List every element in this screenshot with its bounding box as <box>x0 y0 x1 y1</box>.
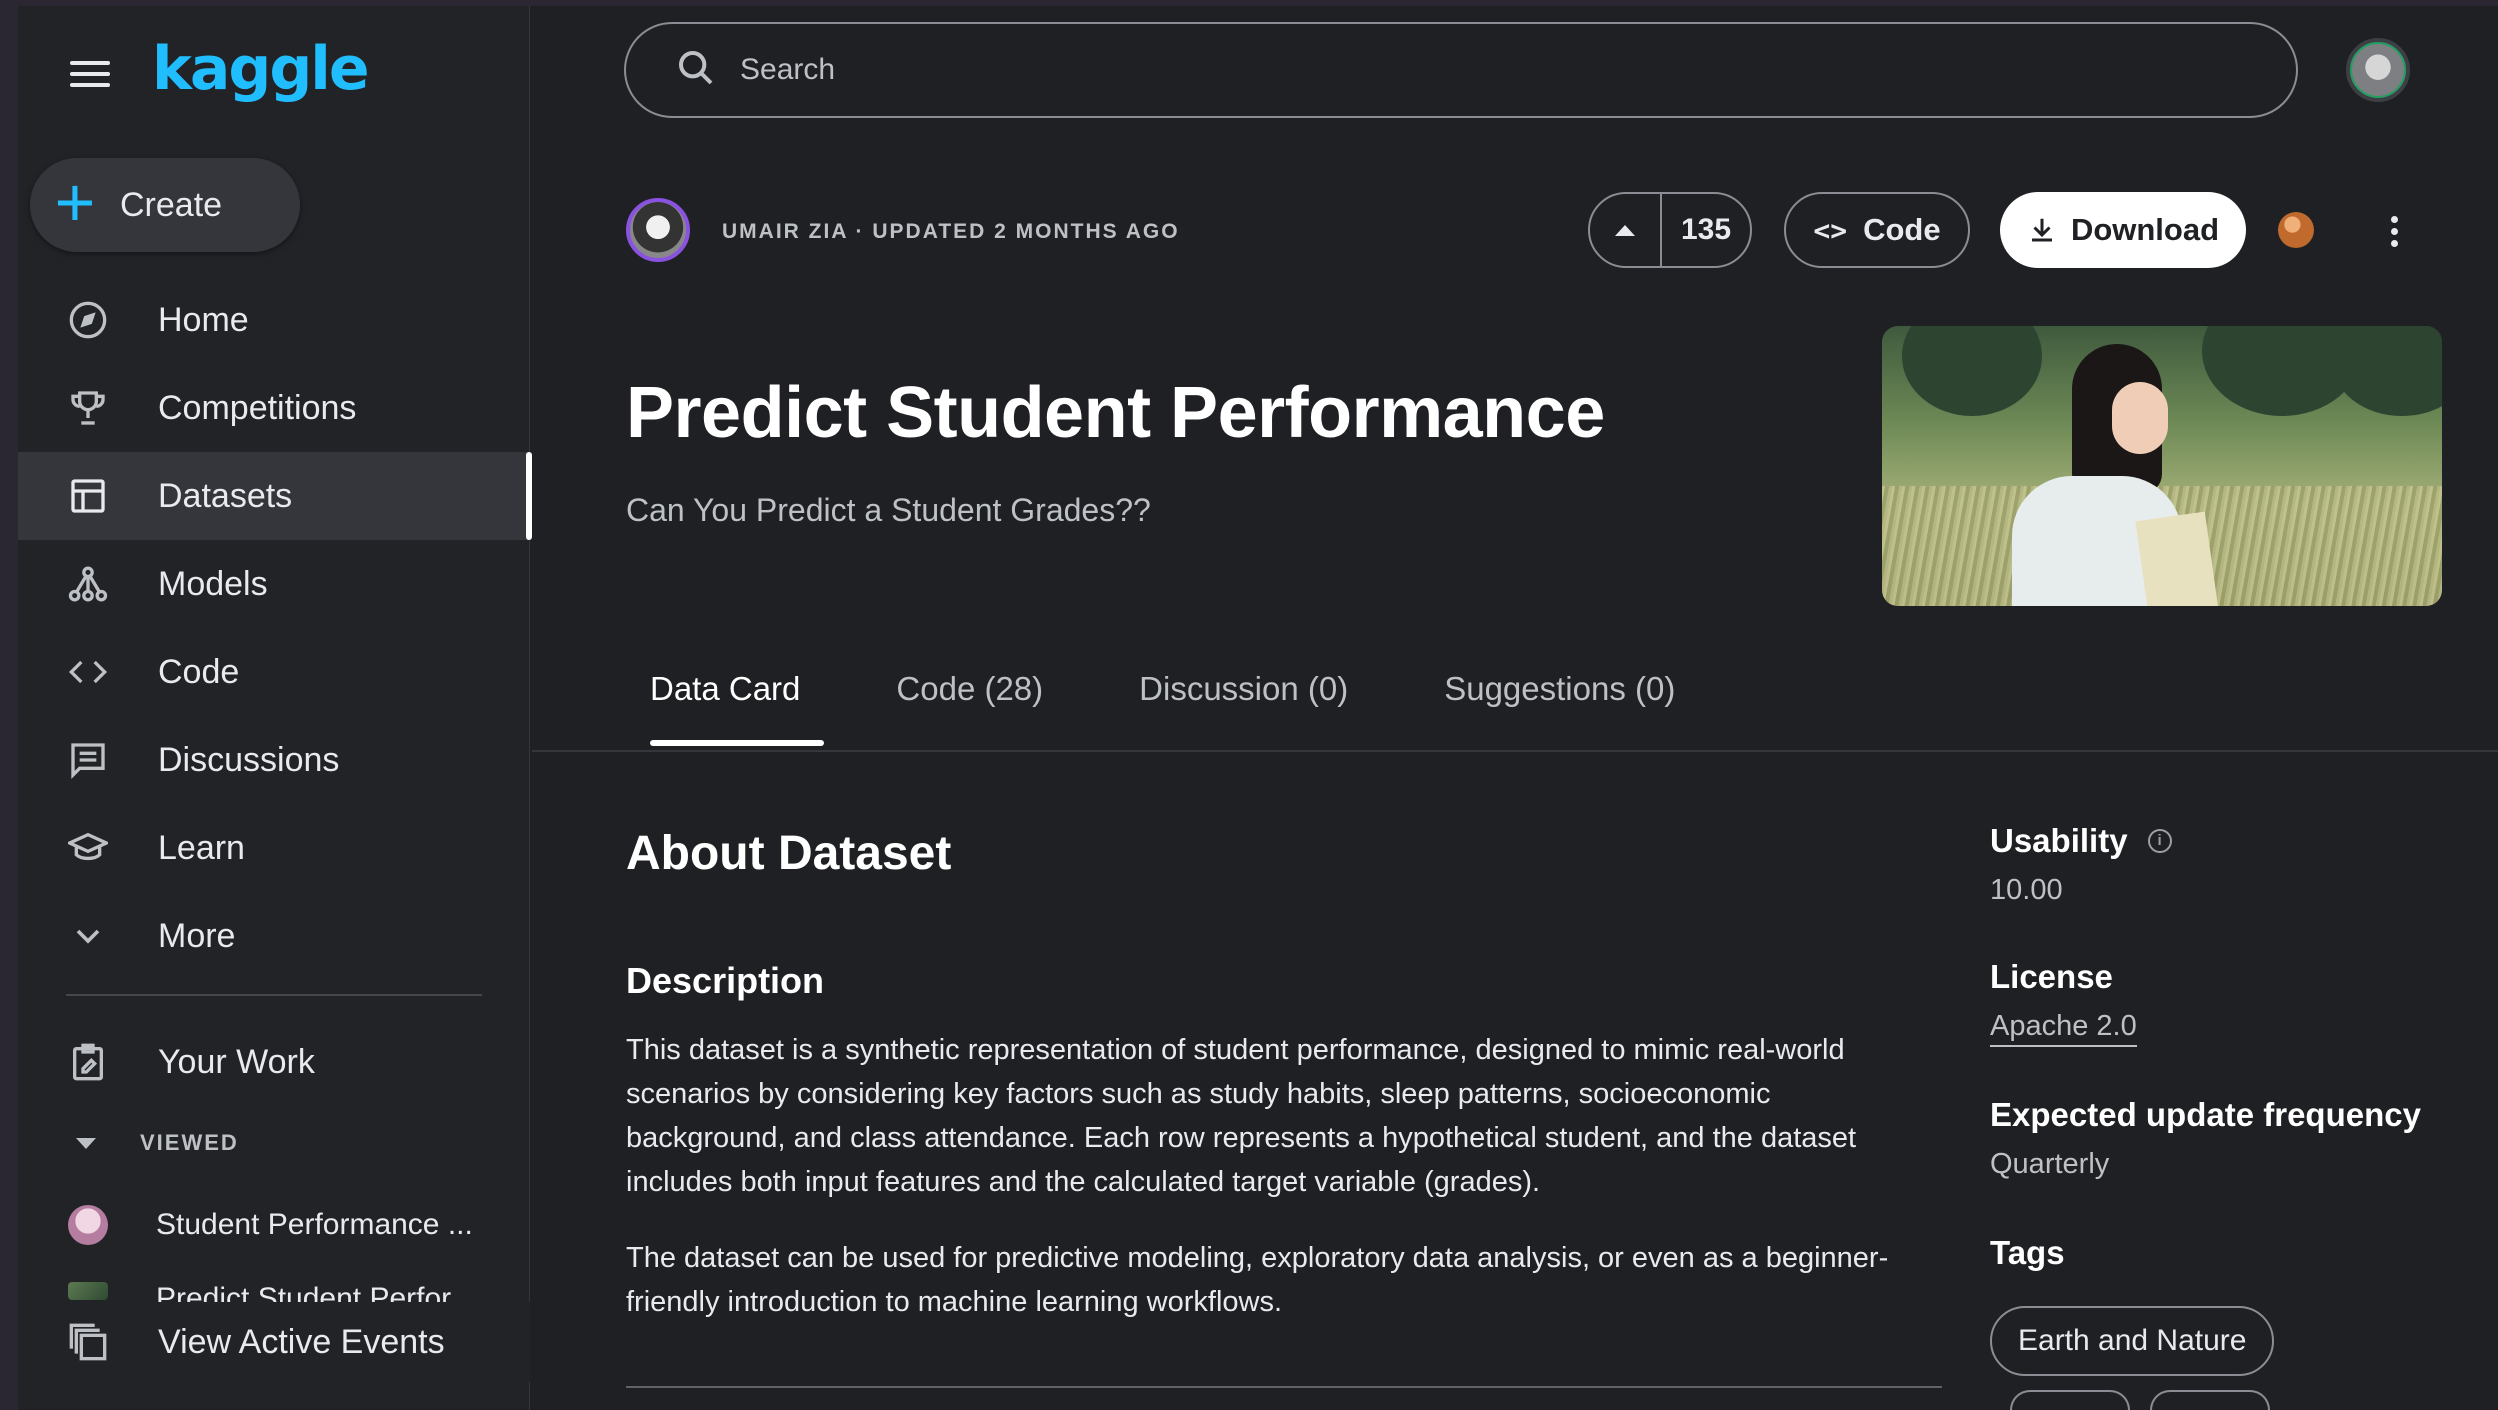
more-options-icon[interactable] <box>2384 212 2404 252</box>
active-events-label: View Active Events <box>158 1322 445 1361</box>
sidebar-item-your-work[interactable]: Your Work <box>18 1018 530 1106</box>
description-paragraph: This dataset is a synthetic representati… <box>626 1034 1857 1198</box>
sidebar: kaggle + Create Home Competitions Datase… <box>18 6 532 1410</box>
bronze-medal-icon <box>2278 212 2314 248</box>
sidebar-item-label: Code <box>158 652 240 691</box>
tag-chip[interactable]: Earth and Nature <box>1990 1306 2275 1376</box>
chevron-down-icon <box>18 916 158 956</box>
usability-label: Usability <box>1990 822 2128 859</box>
author-avatar[interactable] <box>626 198 690 262</box>
stacked-windows-icon <box>18 1322 158 1362</box>
sidebar-item-code[interactable]: Code <box>18 628 530 716</box>
description-heading: Description <box>626 960 825 1001</box>
about-heading: About Dataset <box>626 827 952 880</box>
page-title: Predict Student Performance <box>626 373 1605 453</box>
viewed-thumbnail <box>68 1205 108 1245</box>
caret-up-icon <box>1615 224 1635 236</box>
author-meta: UMAIR ZIA · UPDATED 2 MONTHS AGO <box>722 220 1180 243</box>
kaggle-logo[interactable]: kaggle <box>152 34 370 104</box>
license-link[interactable]: Apache 2.0 <box>1990 1010 2137 1047</box>
viewed-item-label: Student Performance ... <box>156 1208 473 1241</box>
sidebar-item-models[interactable]: Models <box>18 540 530 628</box>
tag-chip-partial[interactable] <box>2150 1390 2270 1410</box>
sidebar-item-label: Competitions <box>158 388 357 427</box>
models-icon <box>18 564 158 604</box>
page-subtitle: Can You Predict a Student Grades?? <box>626 492 1151 528</box>
download-icon <box>2031 218 2052 242</box>
frequency-section: Expected update frequency Quarterly <box>1990 1096 2421 1181</box>
content-divider <box>626 1386 1942 1388</box>
sidebar-your-work: Your Work <box>18 1018 530 1106</box>
vote-widget: 135 <box>1588 192 1752 268</box>
code-button[interactable]: <> Code <box>1784 192 1970 268</box>
viewed-header: VIEWED <box>140 1130 239 1155</box>
table-icon <box>18 476 158 516</box>
discussion-icon <box>18 740 158 780</box>
frequency-label: Expected update frequency <box>1990 1096 2421 1133</box>
view-active-events-button[interactable]: View Active Events <box>18 1302 530 1382</box>
usability-section: Usability i 10.00 <box>1990 822 2172 907</box>
sidebar-nav: Home Competitions Datasets Models Code D… <box>18 276 532 980</box>
create-label: Create <box>120 185 223 224</box>
search-icon <box>676 48 716 93</box>
sidebar-item-more[interactable]: More <box>18 892 530 980</box>
search-input[interactable] <box>740 53 2140 87</box>
tab-code[interactable]: Code (28) <box>872 670 1067 750</box>
your-work-label: Your Work <box>158 1042 315 1081</box>
sidebar-divider <box>66 994 482 996</box>
dataset-cover-image <box>1882 326 2442 606</box>
info-icon[interactable]: i <box>2147 829 2172 853</box>
sidebar-item-label: Discussions <box>158 740 340 779</box>
sidebar-item-label: Home <box>158 300 249 339</box>
tab-suggestions[interactable]: Suggestions (0) <box>1420 670 1699 750</box>
tags-label: Tags <box>1990 1234 2065 1271</box>
usability-value: 10.00 <box>1990 874 2063 906</box>
sidebar-item-discussions[interactable]: Discussions <box>18 716 530 804</box>
trophy-icon <box>18 388 158 428</box>
sidebar-item-label: Models <box>158 564 268 603</box>
frequency-value: Quarterly <box>1990 1148 2110 1180</box>
viewed-section-toggle[interactable]: VIEWED <box>76 1130 239 1156</box>
create-button[interactable]: + Create <box>30 158 300 252</box>
sidebar-item-label: More <box>158 916 236 955</box>
description-paragraph: The dataset can be used for predictive m… <box>626 1242 1889 1318</box>
dataset-tabs: Data Card Code (28) Discussion (0) Sugge… <box>626 670 1747 750</box>
license-label: License <box>1990 958 2113 995</box>
plus-icon: + <box>54 163 96 241</box>
user-avatar[interactable] <box>2346 38 2410 102</box>
sidebar-item-competitions[interactable]: Competitions <box>18 364 530 452</box>
code-icon <box>18 652 158 692</box>
tabs-divider <box>532 750 2498 752</box>
sidebar-item-home[interactable]: Home <box>18 276 530 364</box>
tab-discussion[interactable]: Discussion (0) <box>1115 670 1372 750</box>
vote-count: 135 <box>1680 213 1732 246</box>
compass-icon <box>18 300 158 340</box>
hamburger-menu-icon[interactable] <box>70 54 110 94</box>
code-icon: <> <box>1813 213 1848 247</box>
viewed-thumbnail <box>68 1282 108 1300</box>
sidebar-item-datasets[interactable]: Datasets <box>18 452 532 540</box>
search-bar[interactable] <box>624 22 2298 118</box>
caret-down-icon <box>76 1137 96 1149</box>
sidebar-item-label: Datasets <box>158 476 293 515</box>
viewed-item[interactable]: Student Performance ... <box>18 1190 530 1260</box>
clipboard-edit-icon <box>18 1042 158 1082</box>
learn-icon <box>18 828 158 868</box>
code-button-label: Code <box>1863 212 1941 247</box>
tags-section: Tags <box>1990 1234 2065 1272</box>
tab-data-card[interactable]: Data Card <box>626 670 825 750</box>
upvote-button[interactable] <box>1590 194 1662 266</box>
tag-chip-partial[interactable] <box>2010 1390 2130 1410</box>
download-button-label: Download <box>2070 212 2220 247</box>
download-button[interactable]: Download <box>2000 192 2246 268</box>
license-section: License Apache 2.0 <box>1990 958 2137 1047</box>
sidebar-item-label: Learn <box>158 828 245 867</box>
sidebar-item-learn[interactable]: Learn <box>18 804 530 892</box>
